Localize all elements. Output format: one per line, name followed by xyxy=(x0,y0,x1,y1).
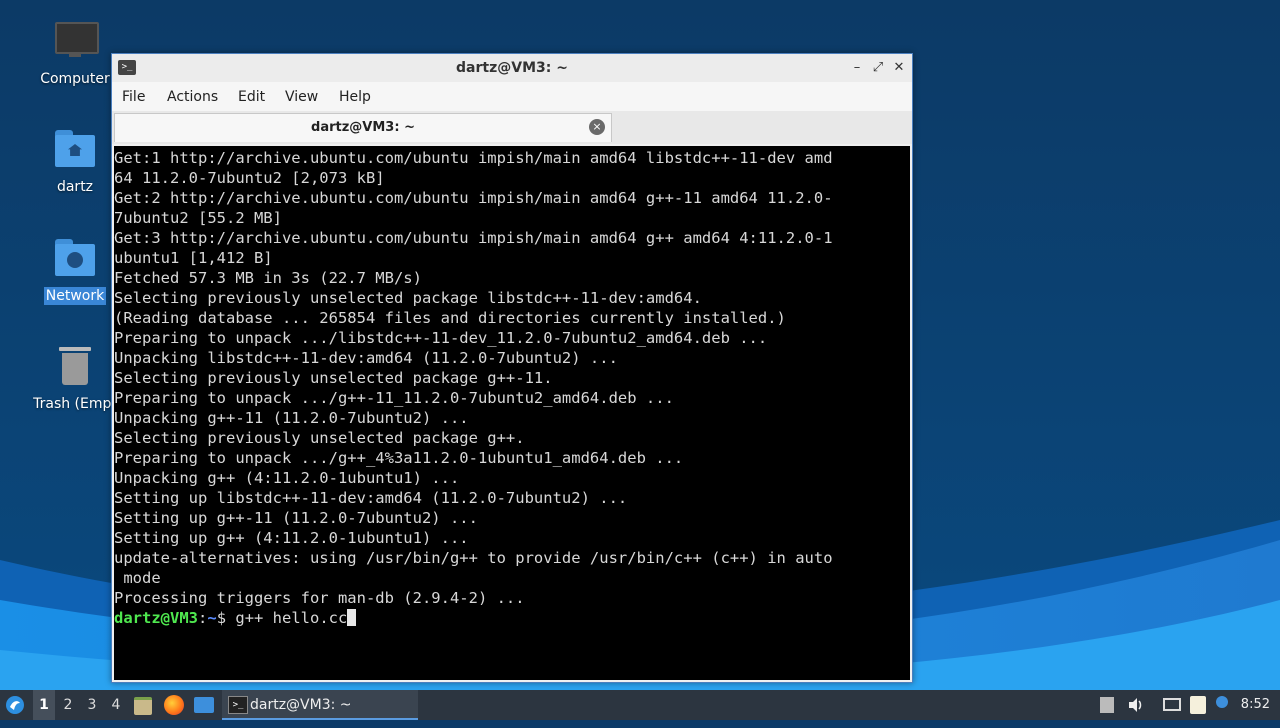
terminal-line: update-alternatives: using /usr/bin/g++ … xyxy=(114,549,833,567)
terminal-window[interactable]: >_ dartz@VM3: ~ – ⤢ ✕ File Actions Edit … xyxy=(111,53,913,683)
workspace-4[interactable]: 4 xyxy=(105,690,127,720)
terminal-line: ubuntu1 [1,412 B] xyxy=(114,249,273,267)
maximize-button[interactable]: ⤢ xyxy=(869,59,887,77)
update-notifier-icon[interactable] xyxy=(1216,690,1230,720)
terminal-line: Selecting previously unselected package … xyxy=(114,429,525,447)
computer-icon xyxy=(53,20,99,64)
desktop-icon xyxy=(194,697,214,713)
clipboard-tray-icon[interactable] xyxy=(1190,690,1210,720)
desktop-icon-label: Computer xyxy=(40,71,110,87)
terminal-task-icon: >_ xyxy=(228,696,248,714)
trash-icon xyxy=(53,345,97,389)
tab-bar: dartz@VM3: ~ × xyxy=(112,111,912,144)
menu-actions[interactable]: Actions xyxy=(167,89,218,105)
terminal-line: mode xyxy=(114,569,161,587)
prompt-user-host: dartz@VM3 xyxy=(114,609,198,627)
firefox-launcher[interactable] xyxy=(164,690,186,720)
terminal-line: (Reading database ... 265854 files and d… xyxy=(114,309,786,327)
terminal-line: Fetched 57.3 MB in 3s (22.7 MB/s) xyxy=(114,269,422,287)
terminal-line: Get:3 http://archive.ubuntu.com/ubuntu i… xyxy=(114,229,833,247)
tab-terminal[interactable]: dartz@VM3: ~ × xyxy=(114,113,612,142)
terminal-line: Processing triggers for man-db (2.9.4-2)… xyxy=(114,589,525,607)
tab-label: dartz@VM3: ~ xyxy=(311,120,415,135)
terminal-line: Selecting previously unselected package … xyxy=(114,289,702,307)
minimize-button[interactable]: – xyxy=(848,59,866,77)
terminal-line: Unpacking g++ (4:11.2.0-1ubuntu1) ... xyxy=(114,469,460,487)
desktop-icon-label: Network xyxy=(43,287,107,305)
text-cursor xyxy=(347,609,357,626)
terminal-line: Selecting previously unselected package … xyxy=(114,369,553,387)
prompt-symbol: $ xyxy=(216,609,236,627)
terminal-text: Get:1 http://archive.ubuntu.com/ubuntu i… xyxy=(114,146,910,628)
prompt-path: ~ xyxy=(207,609,217,627)
menu-edit[interactable]: Edit xyxy=(238,89,265,105)
home-folder-icon xyxy=(53,128,97,172)
desktop-icon-label: dartz xyxy=(56,179,94,195)
close-button[interactable]: ✕ xyxy=(890,59,908,77)
menu-help[interactable]: Help xyxy=(339,89,371,105)
workspace-2[interactable]: 2 xyxy=(57,690,79,720)
taskbar: 1 2 3 4 >_ dartz@VM3: ~ 8:52 xyxy=(0,690,1280,720)
menu-file[interactable]: File xyxy=(122,89,145,105)
start-menu-button[interactable] xyxy=(4,690,28,720)
prompt-command: g++ hello.cc xyxy=(235,609,348,627)
show-desktop-button[interactable] xyxy=(194,690,216,720)
terminal-line: Get:2 http://archive.ubuntu.com/ubuntu i… xyxy=(114,189,833,207)
tray-eject-icon[interactable] xyxy=(1100,690,1116,720)
network-tray-icon[interactable] xyxy=(1163,690,1183,720)
workspace-3[interactable]: 3 xyxy=(81,690,103,720)
terminal-output[interactable]: Get:1 http://archive.ubuntu.com/ubuntu i… xyxy=(114,146,910,680)
terminal-line: 64 11.2.0-7ubuntu2 [2,073 kB] xyxy=(114,169,385,187)
tab-close-icon[interactable]: × xyxy=(589,119,605,135)
terminal-line: Preparing to unpack .../libstdc++-11-dev… xyxy=(114,329,768,347)
terminal-line: Setting up g++ (4:11.2.0-1ubuntu1) ... xyxy=(114,529,469,547)
prompt-separator: : xyxy=(198,609,208,627)
clock[interactable]: 8:52 xyxy=(1241,690,1270,720)
task-label: dartz@VM3: ~ xyxy=(250,697,352,713)
menu-view[interactable]: View xyxy=(285,89,318,105)
speaker-icon xyxy=(1129,698,1142,712)
terminal-line: Setting up g++-11 (11.2.0-7ubuntu2) ... xyxy=(114,509,478,527)
window-title: dartz@VM3: ~ xyxy=(456,60,568,76)
terminal-line: Setting up libstdc++-11-dev:amd64 (11.2.… xyxy=(114,489,628,507)
terminal-line: 7ubuntu2 [55.2 MB] xyxy=(114,209,282,227)
terminal-line: Preparing to unpack .../g++-11_11.2.0-7u… xyxy=(114,389,674,407)
file-manager-launcher[interactable] xyxy=(134,690,154,720)
menubar: File Actions Edit View Help xyxy=(112,82,912,111)
volume-icon[interactable] xyxy=(1127,690,1145,720)
file-manager-icon xyxy=(134,697,152,715)
terminal-line: Unpacking g++-11 (11.2.0-7ubuntu2) ... xyxy=(114,409,469,427)
terminal-line: Unpacking libstdc++-11-dev:amd64 (11.2.0… xyxy=(114,349,618,367)
firefox-icon xyxy=(164,695,184,715)
terminal-line: Preparing to unpack .../g++_4%3a11.2.0-1… xyxy=(114,449,684,467)
lxqt-logo-icon xyxy=(6,696,24,714)
desktop-icon-label: Trash (Empt xyxy=(33,396,117,412)
network-folder-icon xyxy=(53,237,97,281)
terminal-line: Get:1 http://archive.ubuntu.com/ubuntu i… xyxy=(114,149,833,167)
taskbar-task-terminal[interactable]: >_ dartz@VM3: ~ xyxy=(222,690,418,720)
window-titlebar[interactable]: >_ dartz@VM3: ~ – ⤢ ✕ xyxy=(112,54,912,83)
prompt-line[interactable]: dartz@VM3:~$ g++ hello.cc xyxy=(114,609,357,627)
workspace-1[interactable]: 1 xyxy=(33,690,55,720)
